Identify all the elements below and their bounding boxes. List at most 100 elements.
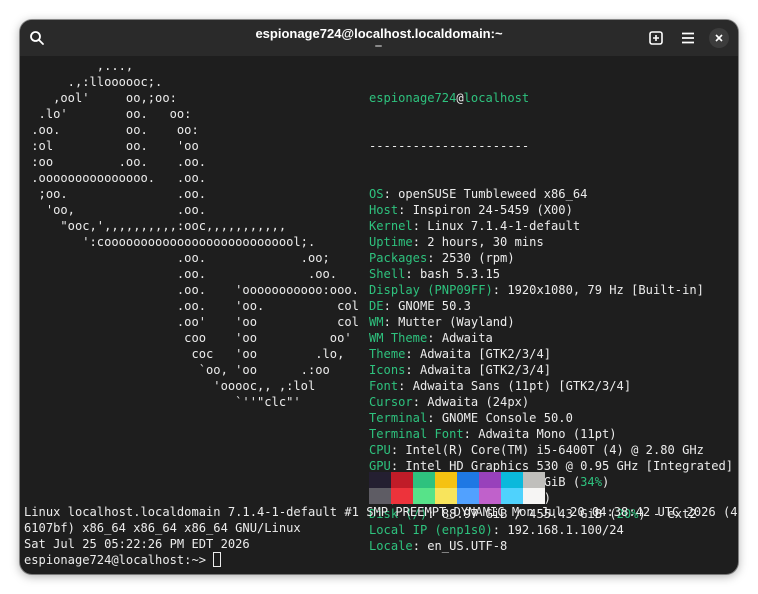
info-key: WM Theme bbox=[369, 331, 428, 345]
logo-line: `''"clc"' bbox=[24, 395, 301, 409]
logo-line: ':cooooooooooooooooooooooooool;. bbox=[24, 235, 316, 249]
logo-line: .oo. .oo. bbox=[24, 267, 338, 281]
info-key: OS bbox=[369, 187, 384, 201]
info-row: Icons: Adwaita [GTK2/3/4] bbox=[369, 363, 552, 377]
uname-output-line-2: 6107bf) x86_64 x86_64 x86_64 GNU/Linux bbox=[24, 521, 301, 535]
info-key: Icons bbox=[369, 363, 406, 377]
palette-swatch bbox=[435, 472, 457, 488]
info-row: Terminal Font: Adwaita Mono (11pt) bbox=[369, 427, 617, 441]
info-key: GPU bbox=[369, 459, 391, 473]
info-key: Shell bbox=[369, 267, 406, 281]
logo-line: .oo. 'ooooooooooo:ooo. bbox=[24, 283, 359, 297]
info-value: GNOME 50.3 bbox=[398, 299, 471, 313]
info-row: Host: Inspiron 24-5459 (X00) bbox=[369, 203, 573, 217]
info-value: bash 5.3.15 bbox=[419, 267, 501, 281]
palette-swatch bbox=[523, 488, 545, 504]
info-row: Cursor: Adwaita (24px) bbox=[369, 395, 530, 409]
info-key: WM bbox=[369, 315, 384, 329]
info-row: Shell: bash 5.3.15 bbox=[369, 267, 501, 281]
info-key: Cursor bbox=[369, 395, 413, 409]
palette-swatch bbox=[413, 472, 435, 488]
terminal-window: espionage724@localhost.localdomain:~ ,..… bbox=[20, 20, 738, 574]
logo-line: ,ool' oo,;oo: bbox=[24, 91, 177, 105]
info-row: Theme: Adwaita [GTK2/3/4] bbox=[369, 347, 552, 361]
info-key: Terminal bbox=[369, 411, 428, 425]
logo-line: .,:lloooooc;. bbox=[24, 75, 163, 89]
palette-swatch bbox=[391, 488, 413, 504]
info-value: GNOME Console 50.0 bbox=[441, 411, 573, 425]
info-row: WM Theme: Adwaita bbox=[369, 331, 493, 345]
header-separator: ---------------------- bbox=[369, 139, 530, 153]
info-value: Adwaita Mono (11pt) bbox=[478, 427, 617, 441]
info-key: DE bbox=[369, 299, 384, 313]
info-row: WM: Mutter (Wayland) bbox=[369, 315, 515, 329]
info-value: Linux 7.1.4-1-default bbox=[427, 219, 581, 233]
uname-output-line-1: Linux localhost.localdomain 7.1.4-1-defa… bbox=[24, 505, 738, 519]
info-value: Adwaita [GTK2/3/4] bbox=[419, 347, 552, 361]
logo-line: .oo. oo. oo: bbox=[24, 123, 199, 137]
logo-line: `oo, 'oo .:oo bbox=[24, 363, 330, 377]
info-value-tail: ) bbox=[602, 475, 610, 489]
terminal-area[interactable]: ,..., .,:lloooooc;. ,ool' oo,;oo: .lo' o… bbox=[20, 56, 738, 574]
palette-swatch bbox=[523, 472, 545, 488]
logo-line: coc 'oo .lo, bbox=[24, 347, 345, 361]
logo-line: ;oo. .oo. bbox=[24, 187, 207, 201]
info-key: Theme bbox=[369, 347, 406, 361]
logo-line: .ooooooooooooooo. .oo. bbox=[24, 171, 207, 185]
info-key: Display (PNP09FF) bbox=[369, 283, 493, 297]
info-value: Inspiron 24-5459 (X00) bbox=[412, 203, 573, 217]
text-cursor bbox=[213, 552, 222, 567]
info-value: Intel HD Graphics 530 @ 0.95 GHz [Integr… bbox=[405, 459, 734, 473]
logo-line: .oo. .oo; bbox=[24, 251, 330, 265]
info-key: Uptime bbox=[369, 235, 413, 249]
logo-line: .lo' oo. oo: bbox=[24, 107, 192, 121]
logo-line: "ooc,',,,,,,,,,,:ooc,,,,,,,,,,, bbox=[24, 219, 287, 233]
close-icon bbox=[715, 34, 723, 42]
palette-swatch bbox=[501, 472, 523, 488]
main-menu-button[interactable] bbox=[676, 26, 700, 50]
new-tab-button[interactable] bbox=[644, 26, 668, 50]
date-output-line: Sat Jul 25 05:22:26 PM EDT 2026 bbox=[24, 537, 250, 551]
info-value: Adwaita (24px) bbox=[427, 395, 530, 409]
close-button[interactable] bbox=[709, 28, 729, 48]
info-value: 1920x1080, 79 Hz [Built-in] bbox=[507, 283, 704, 297]
palette-swatch bbox=[391, 472, 413, 488]
info-key: Host bbox=[369, 203, 399, 217]
info-row: Packages: 2530 (rpm) bbox=[369, 251, 515, 265]
new-tab-icon bbox=[649, 31, 663, 45]
shell-prompt: espionage724@localhost:~> bbox=[24, 553, 214, 567]
logo-line: coo 'oo oo' bbox=[24, 331, 352, 345]
info-key: CPU bbox=[369, 443, 391, 457]
user-host-header: espionage724@localhost bbox=[369, 90, 733, 106]
palette-swatch bbox=[501, 488, 523, 504]
info-value: openSUSE Tumbleweed x86_64 bbox=[398, 187, 588, 201]
info-row: OS: openSUSE Tumbleweed x86_64 bbox=[369, 187, 588, 201]
username: espionage724 bbox=[369, 91, 457, 105]
info-value: 2530 (rpm) bbox=[441, 251, 515, 265]
logo-line: 'oo, .oo. bbox=[24, 203, 207, 217]
info-value: Mutter (Wayland) bbox=[398, 315, 515, 329]
command-output: Linux localhost.localdomain 7.1.4-1-defa… bbox=[24, 504, 738, 568]
info-row: Terminal: GNOME Console 50.0 bbox=[369, 411, 573, 425]
info-value: Adwaita Sans (11pt) [GTK2/3/4] bbox=[412, 379, 632, 393]
info-key: Packages bbox=[369, 251, 428, 265]
palette-swatch bbox=[479, 472, 501, 488]
info-key: Kernel bbox=[369, 219, 413, 233]
usage-percent: 34% bbox=[580, 475, 602, 489]
palette-swatch bbox=[457, 472, 479, 488]
info-value: Adwaita [GTK2/3/4] bbox=[419, 363, 552, 377]
logo-line: :ol oo. 'oo bbox=[24, 139, 199, 153]
info-row: Uptime: 2 hours, 30 mins bbox=[369, 235, 544, 249]
logo-line: .oo' 'oo col bbox=[24, 315, 359, 329]
logo-line: 'ooooc,, ,:lol bbox=[24, 379, 316, 393]
palette-swatch bbox=[479, 488, 501, 504]
prompt-line[interactable]: espionage724@localhost:~> bbox=[24, 552, 736, 568]
palette-swatch bbox=[369, 488, 391, 504]
palette-swatch bbox=[413, 488, 435, 504]
window-title: espionage724@localhost.localdomain:~ bbox=[255, 26, 503, 41]
logo-line: ,..., bbox=[24, 59, 134, 73]
opensuse-ascii-logo: ,..., .,:lloooooc;. ,ool' oo,;oo: .lo' o… bbox=[24, 58, 359, 410]
palette-swatch bbox=[369, 472, 391, 488]
color-palette bbox=[369, 472, 545, 504]
info-key: Font bbox=[369, 379, 399, 393]
